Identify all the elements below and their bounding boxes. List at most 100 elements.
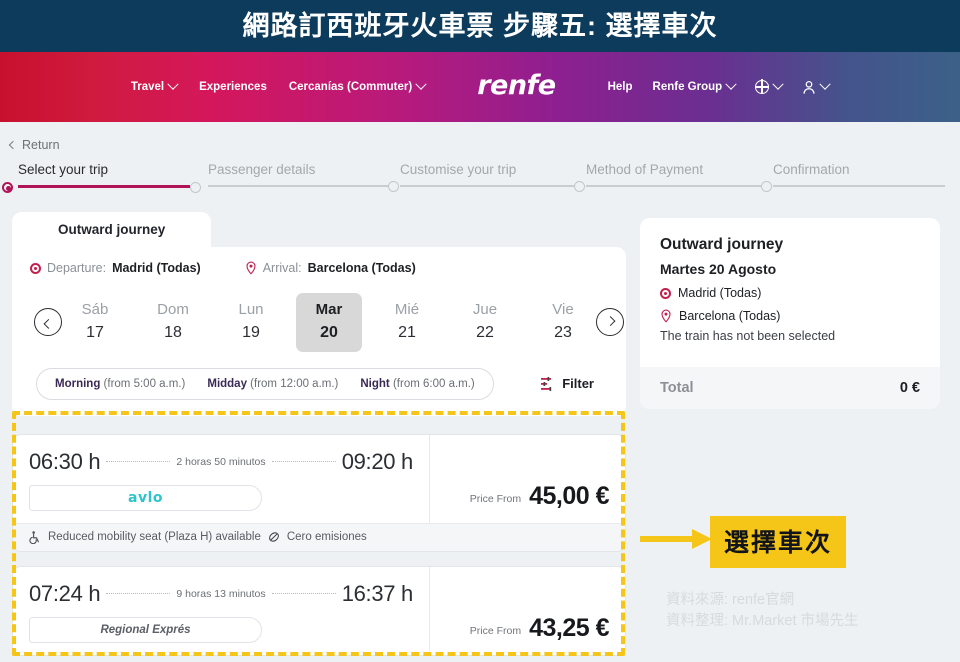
train-brand-label: Regional Exprés [100,624,190,636]
nav-item-renfe-group[interactable]: Renfe Group [653,81,736,93]
day-option-22[interactable]: Jue 22 [452,293,518,352]
filter-button[interactable]: Filter [541,376,602,391]
time-of-day-filters: Morning (from 5:00 a.m.) Midday (from 12… [36,368,494,400]
wheelchair-icon [29,531,41,544]
watermark-source: 資料來源: renfe官網 [666,590,859,611]
step-dot [190,182,201,193]
day-option-20-selected[interactable]: Mar 20 [296,293,362,352]
origin-dot-icon [660,288,671,299]
day-number: 23 [530,322,596,344]
step-dot [574,181,585,192]
step-dot [761,181,772,192]
summary-note: The train has not been selected [660,329,920,343]
summary-total-row: Total 0 € [640,367,940,409]
filter-icon [541,377,556,391]
day-option-17[interactable]: Sáb 17 [62,293,128,352]
leaf-icon [268,531,280,543]
account-menu[interactable] [802,80,829,95]
sub-header: Return Select your trip Passenger detail… [0,122,960,212]
train-price-area: Price From 43,25 € [429,567,625,655]
train-price: 45,00 € [529,482,609,511]
departure-info: Departure: Madrid (Todas) [30,261,201,275]
chevron-down-icon [726,79,737,90]
day-name: Mié [374,299,440,322]
renfe-navbar: Travel Experiences Cercanías (Commuter) … [0,52,960,122]
next-days-button[interactable] [596,308,624,336]
nav-item-help-label: Help [608,81,633,93]
page-title: 網路訂西班牙火車票 步驟五: 選擇車次 [243,13,718,40]
day-option-19[interactable]: Lun 19 [218,293,284,352]
day-name: Jue [452,299,518,322]
time-filter-night-detail: (from 6:00 a.m.) [390,378,475,390]
tab-outward-journey[interactable]: Outward journey [12,212,211,247]
origin-destination-row: Departure: Madrid (Todas) Arrival: Barce… [30,261,608,275]
day-number: 21 [374,322,440,344]
day-name: Lun [218,299,284,322]
arrival-label: Arrival: [263,261,302,275]
train-arrive-time: 09:20 h [342,449,413,475]
filter-button-label: Filter [562,376,594,391]
chevron-down-icon [820,79,831,90]
train-card[interactable]: 07:24 h 9 horas 13 minutos 16:37 h Regio… [12,566,626,656]
annotation-badge: 選擇車次 [710,516,846,568]
total-value: 0 € [900,380,920,396]
day-list: Sáb 17 Dom 18 Lun 19 Mar [62,293,596,352]
time-filter-morning-detail: (from 5:00 a.m.) [100,378,185,390]
day-name: Sáb [62,299,128,322]
step-method-of-payment[interactable]: Method of Payment [586,162,761,187]
tab-outward-journey-label: Outward journey [58,222,165,237]
day-option-23[interactable]: Vie 23 [530,293,596,352]
origin-dot-icon [30,263,41,274]
nav-item-travel[interactable]: Travel [131,81,177,93]
annotation-arrow-icon [640,527,712,551]
train-times: 06:30 h 2 horas 50 minutos 09:20 h [29,449,413,475]
nav-item-help[interactable]: Help [608,81,633,93]
arrival-value: Barcelona (Todas) [308,261,416,275]
step-confirmation[interactable]: Confirmation [773,162,945,187]
chevron-down-icon [167,79,178,90]
train-depart-time: 07:24 h [29,581,100,607]
renfe-logo[interactable]: renfe [477,70,555,104]
time-filter-midday[interactable]: Midday (from 12:00 a.m.) [207,378,338,390]
step-label: Customise your trip [400,162,516,177]
nav-item-cercanias[interactable]: Cercanías (Commuter) [289,81,425,93]
step-select-your-trip[interactable]: Select your trip [18,162,190,188]
departure-value: Madrid (Todas) [112,261,201,275]
day-number: 18 [140,322,206,344]
summary-title: Outward journey [660,236,920,254]
map-pin-icon [660,309,672,323]
train-depart-time: 06:30 h [29,449,100,475]
return-label: Return [22,138,60,152]
previous-days-button[interactable] [34,308,62,336]
time-filter-morning[interactable]: Morning (from 5:00 a.m.) [55,378,185,390]
day-option-18[interactable]: Dom 18 [140,293,206,352]
train-duration: 2 horas 50 minutos [176,456,265,468]
step-customise-your-trip[interactable]: Customise your trip [400,162,574,187]
train-card[interactable]: 06:30 h 2 horas 50 minutos 09:20 h avlo [12,434,626,552]
step-passenger-details[interactable]: Passenger details [208,162,388,187]
journey-tabs: Outward journey [12,212,626,247]
train-amenities: Reduced mobility seat (Plaza H) availabl… [13,523,625,551]
person-icon [802,80,816,95]
watermark: 資料來源: renfe官網 資料整理: Mr.Market 市場先生 [666,590,859,632]
train-brand-badge: avlo [29,485,262,511]
language-selector[interactable] [755,80,782,94]
journey-summary-card: Outward journey Martes 20 Agosto Madrid … [640,218,940,409]
summary-date: Martes 20 Agosto [660,261,920,277]
step-label: Method of Payment [586,162,703,177]
step-label: Confirmation [773,162,850,177]
day-option-21[interactable]: Mié 21 [374,293,440,352]
train-duration: 9 horas 13 minutos [176,588,265,600]
globe-icon [755,80,769,94]
nav-item-experiences[interactable]: Experiences [199,81,267,93]
train-price-area: Price From 45,00 € [429,435,625,523]
nav-item-travel-label: Travel [131,81,164,93]
nav-item-cercanias-label: Cercanías (Commuter) [289,81,412,93]
summary-destination-label: Barcelona (Todas) [679,309,780,323]
filter-row: Morning (from 5:00 a.m.) Midday (from 12… [30,368,608,400]
return-link[interactable]: Return [0,132,960,152]
chevron-left-icon [9,141,17,149]
page-root: 網路訂西班牙火車票 步驟五: 選擇車次 Travel Experiences C… [0,0,960,662]
time-filter-night[interactable]: Night (from 6:00 a.m.) [360,378,474,390]
train-brand-badge: Regional Exprés [29,617,262,643]
